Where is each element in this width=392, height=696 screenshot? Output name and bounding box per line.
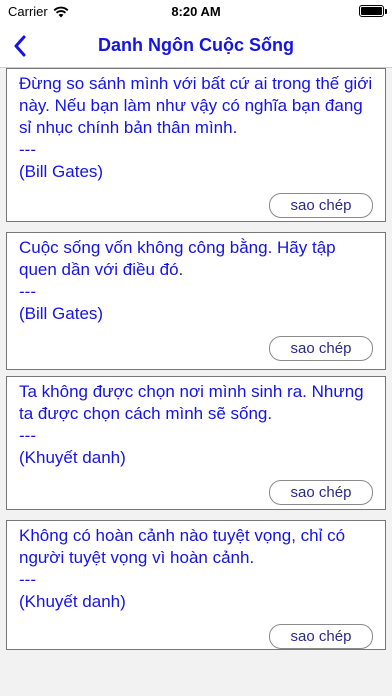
- copy-button[interactable]: sao chép: [269, 624, 373, 649]
- quote-text: Ta không được chọn nơi mình sinh ra. Như…: [19, 382, 364, 467]
- quote-text: Cuộc sống vốn không công bằng. Hãy tập q…: [19, 238, 336, 323]
- page-title: Danh Ngôn Cuộc Sống: [98, 35, 294, 55]
- copy-button[interactable]: sao chép: [269, 480, 373, 505]
- quote-text: Không có hoàn cảnh nào tuyệt vọng, chỉ c…: [19, 526, 346, 611]
- quote-card: Không có hoàn cảnh nào tuyệt vọng, chỉ c…: [6, 520, 386, 650]
- status-bar: Carrier 8:20 AM: [0, 0, 392, 24]
- copy-button[interactable]: sao chép: [269, 193, 373, 218]
- quote-card: Ta không được chọn nơi mình sinh ra. Như…: [6, 376, 386, 510]
- navigation-bar: Danh Ngôn Cuộc Sống: [0, 24, 392, 68]
- quote-text: Đừng so sánh mình với bất cứ ai trong th…: [19, 74, 373, 181]
- quote-card: Cuộc sống vốn không công bằng. Hãy tập q…: [6, 232, 386, 370]
- battery-icon: [359, 5, 387, 17]
- copy-button[interactable]: sao chép: [269, 336, 373, 361]
- status-time: 8:20 AM: [171, 4, 221, 19]
- quote-card: Đừng so sánh mình với bất cứ ai trong th…: [6, 68, 386, 222]
- quote-list[interactable]: Đừng so sánh mình với bất cứ ai trong th…: [0, 68, 392, 696]
